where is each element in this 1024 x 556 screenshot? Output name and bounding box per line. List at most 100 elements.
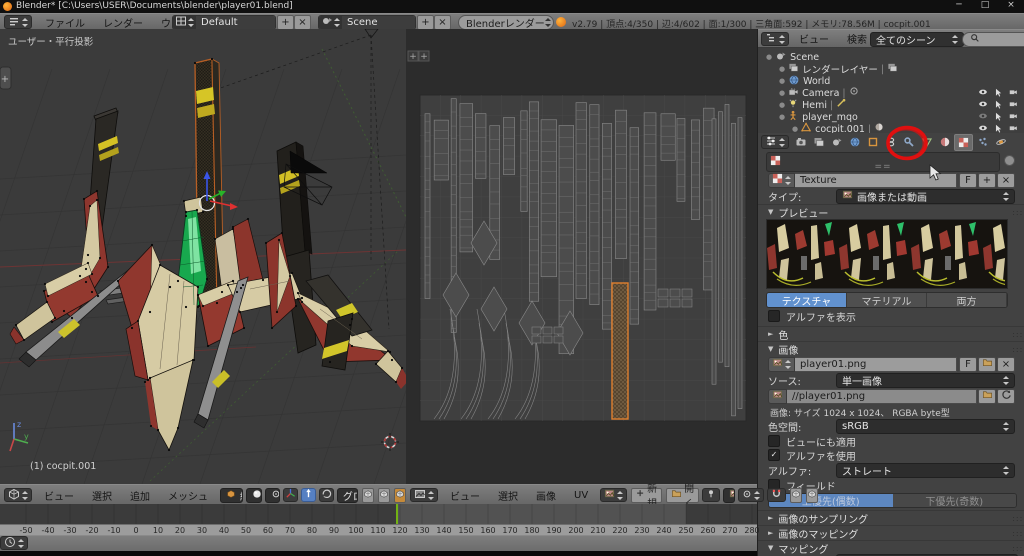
add-layout-button[interactable]: + [277,15,294,30]
item-label[interactable]: player_mqo [802,112,858,123]
image-name-field[interactable]: player01.png [795,357,957,372]
texture-slot-list[interactable]: == [766,152,1000,172]
alpha-dropdown[interactable]: ストレート [836,463,1015,478]
filepath-field[interactable]: //player01.png [787,389,977,404]
close-button[interactable]: × [1000,0,1022,10]
maximize-button[interactable]: □ [974,0,996,10]
uv-option-button[interactable] [806,488,818,503]
disclosure-icon[interactable]: ● [766,53,772,61]
view-as-render-checkbox[interactable]: ビューにも適用 [768,435,856,447]
menu-item[interactable]: ファイル [36,15,94,30]
outliner-item-player_mqo[interactable]: ● player_mqo [779,111,858,123]
minimize-button[interactable]: ─ [948,0,970,10]
resize-grip[interactable]: == [874,162,891,172]
color-section-header[interactable]: ► 色 :::: [758,326,1024,341]
layer-button[interactable] [378,488,390,503]
preview-tab[interactable]: テクスチャ [767,293,847,307]
snap-button[interactable] [767,488,786,502]
use-alpha-checkbox[interactable]: ✓ アルファを使用 [768,449,856,461]
reload-image-button[interactable] [997,389,1015,404]
tab-object[interactable] [864,135,881,150]
mode-dropdown[interactable]: 編集モード [220,488,243,503]
outliner-item-World[interactable]: ● World [779,75,830,87]
item-label[interactable]: World [803,76,830,87]
disclosure-icon[interactable]: ● [779,113,785,121]
menu-item[interactable]: ビュー [35,488,83,503]
render-engine-dropdown[interactable]: Blenderレンダー [458,15,554,30]
tab-particles[interactable] [974,135,991,150]
menu-item[interactable]: UV [565,490,597,501]
tab-physics[interactable] [992,135,1009,150]
menu-item[interactable]: レンダー [94,15,152,30]
uv-option-button[interactable] [790,488,802,503]
screen-layout-selector[interactable]: Default [172,15,276,30]
unlink-texture-button[interactable]: × [997,173,1015,188]
disclosure-icon[interactable]: ● [779,101,785,109]
item-label[interactable]: レンダーレイヤー [802,62,878,76]
tab-data[interactable] [918,135,935,150]
tab-scene[interactable] [828,135,845,150]
tab-constraints[interactable] [882,135,899,150]
new-image-button[interactable]: 新規 [631,488,662,503]
open-file-button[interactable] [978,389,996,404]
pack-image-button[interactable] [978,357,996,372]
texture-type-dropdown[interactable]: 画像または動画 [836,189,1015,204]
tab-world[interactable] [846,135,863,150]
menu-item[interactable]: ビュー [441,488,489,503]
disclosure-icon[interactable]: ● [792,125,798,133]
preview-tab[interactable]: マテリアル [847,293,927,307]
tab-material[interactable] [936,135,953,150]
outliner-editor-button[interactable] [761,32,789,46]
translate-manipulator-button[interactable] [301,488,316,502]
outliner-search-input[interactable] [962,32,1024,47]
texture-browse-button[interactable] [768,173,795,188]
new-texture-button[interactable]: + [978,173,996,188]
scene-selector[interactable]: Scene [318,15,416,30]
outliner-filter-dropdown[interactable]: 全てのシーン [870,32,964,47]
preview-tab[interactable]: 両方 [927,293,1007,307]
uv-select-mode-button[interactable] [738,488,764,502]
tab-rlayers[interactable] [810,135,827,150]
fake-user-button[interactable]: F [959,173,977,188]
item-label[interactable]: Hemi [802,100,827,111]
layer-button[interactable] [362,488,374,503]
show-alpha-checkbox[interactable]: アルファを表示 [768,310,856,322]
image-browse-button[interactable] [600,488,627,502]
slot-scroll-knob[interactable] [1004,155,1015,166]
pin-button[interactable] [702,488,720,502]
disclosure-icon[interactable]: ● [779,77,785,85]
sampling-section-header[interactable]: ► 画像のサンプリング :::: [758,510,1024,525]
image-fake-user-button[interactable]: F [959,357,977,372]
tab-modifiers[interactable] [900,135,917,150]
manipulator-axes-button[interactable] [283,488,298,502]
menu-item[interactable]: ビュー [790,31,838,46]
rotate-manipulator-button[interactable] [319,488,334,502]
open-image-button[interactable]: 開く [666,488,699,503]
tab-texture[interactable] [954,134,973,151]
uv-view-dropdown[interactable]: ビュー [723,488,735,503]
tab-render[interactable] [792,135,809,150]
unlink-image-button[interactable]: × [997,357,1015,372]
timeline-editor-button[interactable] [0,536,28,550]
orientation-dropdown[interactable]: グローバル [337,488,358,503]
lower-first-button[interactable]: 下優先(奇数) [893,494,1017,507]
timeline[interactable]: -50-40-30-20-100102030405060708090100110… [0,504,757,551]
viewport-3d[interactable]: zy+ ユーザー・平行投影 (1) cocpit.001 [0,29,407,484]
viewport-editor-button[interactable] [4,488,32,502]
scene-name-field[interactable]: Scene [342,16,415,29]
add-scene-button[interactable]: + [417,15,434,30]
delete-scene-button[interactable]: × [434,15,451,30]
menu-item[interactable]: 選択 [489,488,527,503]
layout-name-field[interactable]: Default [196,16,275,29]
editor-type-button[interactable] [4,15,32,29]
image-section-header[interactable]: ▼ 画像 :::: [758,341,1024,356]
disclosure-icon[interactable]: ● [779,89,785,97]
uv-editor-button[interactable] [410,488,438,502]
delete-layout-button[interactable]: × [294,15,311,30]
mapping-section-header[interactable]: ▼ マッピング :::: [758,540,1024,555]
colorspace-dropdown[interactable]: sRGB [836,419,1015,434]
timeline-body[interactable] [0,504,757,524]
properties-editor-button[interactable] [761,135,789,149]
item-label[interactable]: Camera [802,88,839,99]
menu-item[interactable]: 追加 [121,488,159,503]
